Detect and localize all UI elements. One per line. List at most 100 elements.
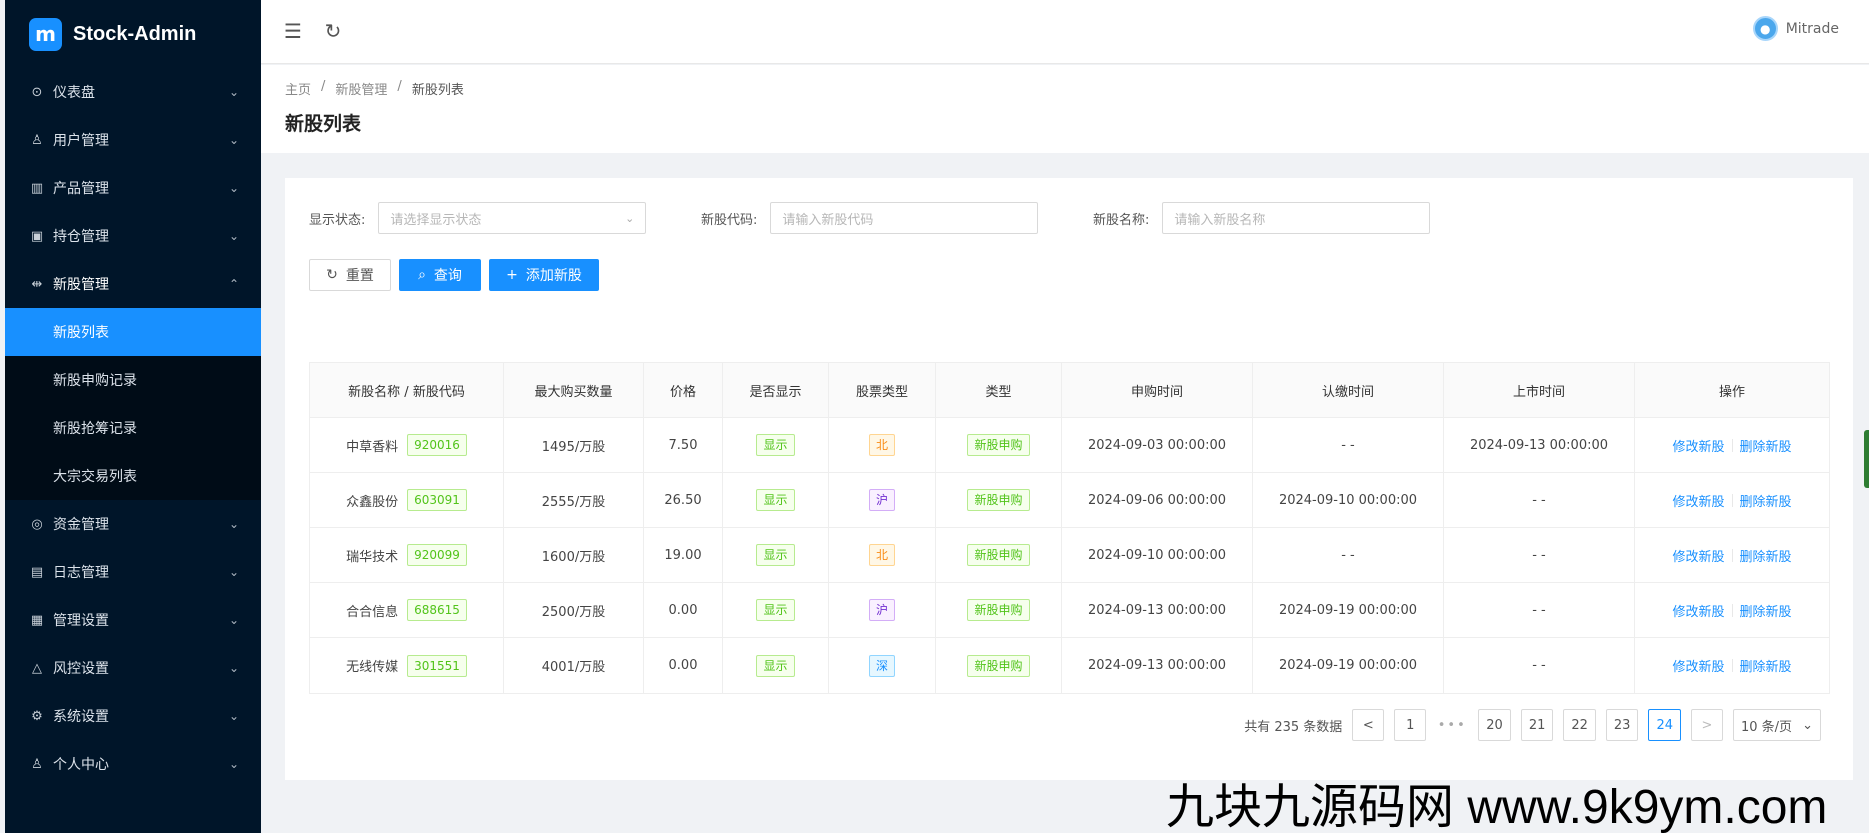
table-row: 众鑫股份 603091 2555/万股 26.50 显示 沪 新股申购 2024… xyxy=(310,473,1829,528)
search-button[interactable]: ⌕ 查询 xyxy=(399,259,481,291)
chart-icon: ▥ xyxy=(30,180,44,196)
action-divider xyxy=(1731,438,1733,452)
code-filter: 新股代码: 请输入新股代码 xyxy=(701,202,1039,234)
gear-icon: ⚙ xyxy=(31,708,43,724)
status-select[interactable]: 请选择显示状态 ⌄ xyxy=(378,202,647,234)
display-status-cell: 显示 xyxy=(723,638,829,693)
price-cell: 19.00 xyxy=(644,528,723,582)
sidebar-item-admin-settings[interactable]: ▦ 管理设置 ⌄ xyxy=(5,596,261,644)
type-tag: 新股申购 xyxy=(967,434,1030,456)
table-row: 中草香料 920016 1495/万股 7.50 显示 北 新股申购 2024-… xyxy=(310,418,1829,473)
sidebar-item-label: 个人中心 xyxy=(53,757,109,773)
edit-ipo-button[interactable]: 修改新股 xyxy=(1672,656,1724,675)
subscribe-time-cell: 2024-09-19 00:00:00 xyxy=(1253,583,1444,637)
column-header-apply-time: 申购时间 xyxy=(1062,363,1253,417)
breadcrumb-home[interactable]: 主页 xyxy=(285,79,311,98)
sidebar-item-ipo-management[interactable]: ⇹ 新股管理 ⌃ xyxy=(5,260,261,308)
app-logo[interactable]: m Stock-Admin xyxy=(5,0,261,68)
edit-ipo-button[interactable]: 修改新股 xyxy=(1672,601,1724,620)
stock-type-cell: 沪 xyxy=(829,583,936,637)
column-header-price: 价格 xyxy=(644,363,723,417)
sidebar-item-product-management[interactable]: ▥ 产品管理 ⌄ xyxy=(5,164,261,212)
ipo-submenu: 新股列表 新股申购记录 新股抢筹记录 大宗交易列表 xyxy=(5,308,261,500)
delete-ipo-button[interactable]: 删除新股 xyxy=(1740,491,1792,510)
stock-type-cell: 深 xyxy=(829,638,936,693)
column-header-name-code: 新股名称 / 新股代码 xyxy=(310,363,504,417)
name-input[interactable]: 请输入新股名称 xyxy=(1162,202,1431,234)
page-size-select[interactable]: 10 条/页 ⌄ xyxy=(1733,709,1821,741)
stock-code-tag: 688615 xyxy=(407,599,467,621)
chevron-down-icon: ⌄ xyxy=(1802,717,1813,733)
page-button[interactable]: 20 xyxy=(1478,709,1511,741)
chevron-down-icon: ⌄ xyxy=(228,661,240,675)
edit-ipo-button[interactable]: 修改新股 xyxy=(1672,546,1724,565)
sidebar-item-ipo-grab-records[interactable]: 新股抢筹记录 xyxy=(5,404,261,452)
type-cell: 新股申购 xyxy=(936,638,1062,693)
sidebar-item-personal-center[interactable]: ♙ 个人中心 ⌄ xyxy=(5,740,261,788)
sidebar-item-label: 产品管理 xyxy=(53,181,109,197)
edit-ipo-button[interactable]: 修改新股 xyxy=(1672,491,1724,510)
reset-icon: ↻ xyxy=(326,267,338,283)
max-quantity-cell: 1600/万股 xyxy=(504,528,644,582)
ipo-table: 新股名称 / 新股代码 最大购买数量 价格 是否显示 股票类型 类型 申购时间 … xyxy=(309,362,1830,694)
delete-ipo-button[interactable]: 删除新股 xyxy=(1740,601,1792,620)
next-page-button[interactable]: > xyxy=(1691,709,1723,741)
listing-time-cell: 2024-09-13 00:00:00 xyxy=(1444,418,1635,472)
name-code-cell: 无线传媒 301551 xyxy=(310,638,504,693)
delete-ipo-button[interactable]: 删除新股 xyxy=(1740,436,1792,455)
page-button[interactable]: 1 xyxy=(1394,709,1427,741)
current-page-button[interactable]: 24 xyxy=(1648,709,1681,741)
page-ellipsis[interactable]: ••• xyxy=(1436,718,1468,733)
market-tag: 沪 xyxy=(868,599,895,621)
column-header-display: 是否显示 xyxy=(723,363,829,417)
sidebar-item-label: 风控设置 xyxy=(53,661,109,677)
action-divider xyxy=(1731,603,1733,617)
sidebar-item-user-management[interactable]: ♙ 用户管理 ⌄ xyxy=(5,116,261,164)
max-quantity-cell: 1495/万股 xyxy=(504,418,644,472)
stock-name: 中草香料 xyxy=(346,439,399,455)
stock-type-cell: 北 xyxy=(829,418,936,472)
price-cell: 0.00 xyxy=(644,583,723,637)
action-divider xyxy=(1731,548,1733,562)
sidebar-item-dashboard[interactable]: ⊙ 仪表盘 ⌄ xyxy=(5,68,261,116)
sidebar: m Stock-Admin ⊙ 仪表盘 ⌄ ♙ 用户管理 ⌄ ▥ 产品管理 ⌄ … xyxy=(5,0,261,833)
delete-ipo-button[interactable]: 删除新股 xyxy=(1740,546,1792,565)
chevron-down-icon: ⌄ xyxy=(228,709,240,723)
sidebar-item-block-trade-list[interactable]: 大宗交易列表 xyxy=(5,452,261,500)
add-ipo-button-label: 添加新股 xyxy=(525,268,582,284)
column-header-actions: 操作 xyxy=(1718,384,1745,400)
sidebar-item-ipo-list[interactable]: 新股列表 xyxy=(5,308,261,356)
reset-button[interactable]: ↻ 重置 xyxy=(309,259,391,291)
delete-ipo-button[interactable]: 删除新股 xyxy=(1740,656,1792,675)
page-button[interactable]: 22 xyxy=(1563,709,1596,741)
price-cell: 26.50 xyxy=(644,473,723,527)
sidebar-item-ipo-subscription-records[interactable]: 新股申购记录 xyxy=(5,356,261,404)
user-menu[interactable]: ● Mitrade xyxy=(1752,16,1839,41)
sidebar-item-log-management[interactable]: ▤ 日志管理 ⌄ xyxy=(5,548,261,596)
display-status-tag: 显示 xyxy=(756,489,795,511)
page-button[interactable]: 23 xyxy=(1605,709,1639,741)
chevron-down-icon: ⌄ xyxy=(228,517,240,531)
stock-code-tag: 920099 xyxy=(407,544,467,566)
sidebar-item-label: 日志管理 xyxy=(53,565,109,581)
status-filter-label: 显示状态: xyxy=(309,212,366,228)
code-input[interactable]: 请输入新股代码 xyxy=(770,202,1039,234)
type-cell: 新股申购 xyxy=(936,528,1062,582)
sidebar-item-system-settings[interactable]: ⚙ 系统设置 ⌄ xyxy=(5,692,261,740)
refresh-icon[interactable]: ↻ xyxy=(319,17,347,45)
chevron-down-icon: ⌄ xyxy=(228,757,240,771)
sidebar-item-fund-management[interactable]: ◎ 资金管理 ⌄ xyxy=(5,500,261,548)
page-button[interactable]: 21 xyxy=(1520,709,1554,741)
sidebar-item-position-management[interactable]: ▣ 持仓管理 ⌄ xyxy=(5,212,261,260)
prev-page-button[interactable]: < xyxy=(1352,709,1385,741)
market-tag: 沪 xyxy=(868,489,895,511)
actions-cell: 修改新股 删除新股 xyxy=(1635,638,1829,693)
sidebar-item-risk-settings[interactable]: △ 风控设置 ⌄ xyxy=(5,644,261,692)
breadcrumb-ipo-management[interactable]: 新股管理 xyxy=(335,79,387,98)
collapse-sidebar-icon[interactable]: ☰ xyxy=(279,17,307,45)
pagination: 共有 235 条数据 < 1 ••• 20 21 22 23 24 > 10 条… xyxy=(1244,709,1821,741)
edit-ipo-button[interactable]: 修改新股 xyxy=(1672,436,1724,455)
stock-name: 无线传媒 xyxy=(346,660,399,675)
sidebar-item-label: 仪表盘 xyxy=(53,85,95,101)
add-ipo-button[interactable]: + 添加新股 xyxy=(489,259,599,291)
